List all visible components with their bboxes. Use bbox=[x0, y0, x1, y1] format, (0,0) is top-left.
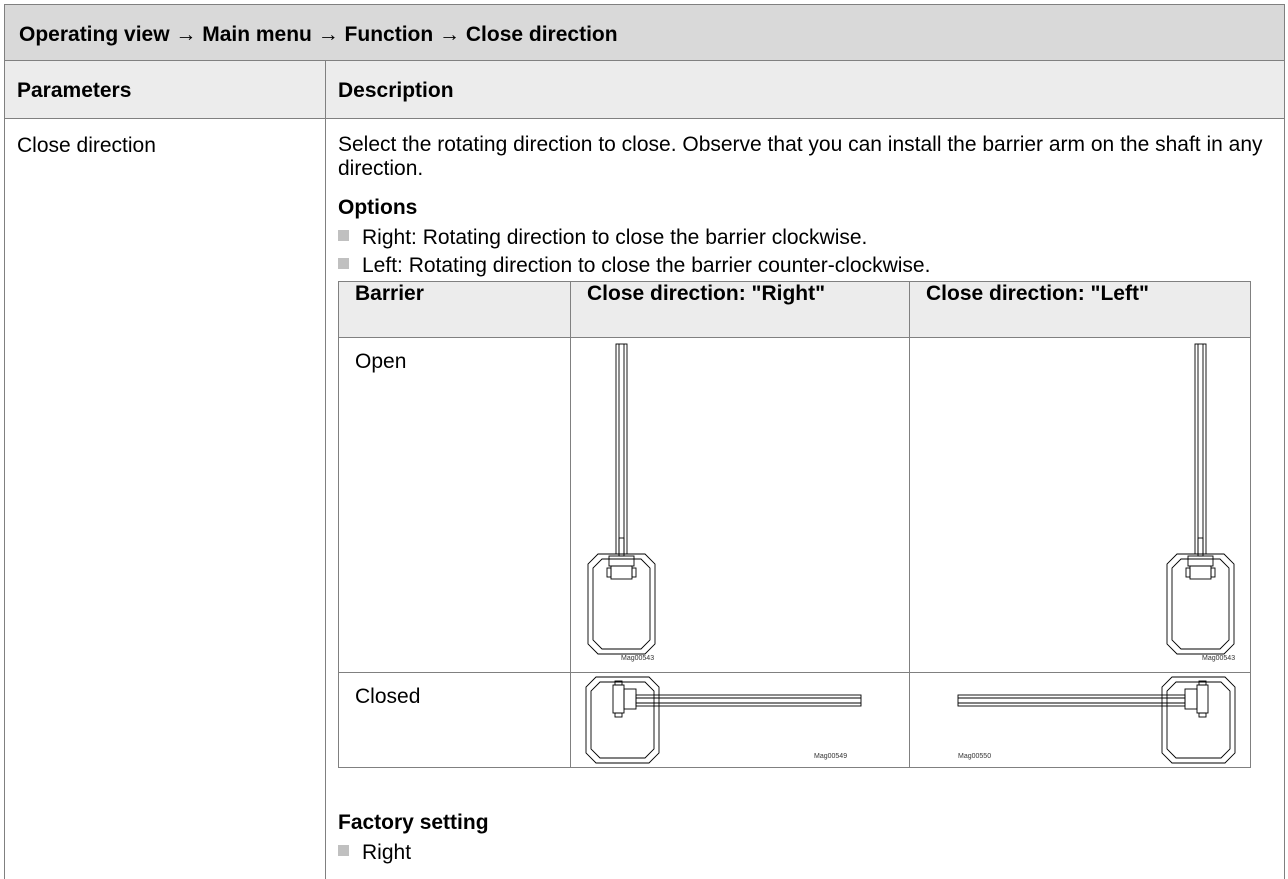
option-text: Right: Rotating direction to close the b… bbox=[362, 226, 868, 249]
description-cell: Select the rotating direction to close. … bbox=[326, 119, 1285, 879]
figure-open-right: Mag00543 bbox=[570, 337, 910, 673]
figure-closed-right: Mag00549 bbox=[570, 672, 910, 768]
column-title-parameters: Parameters bbox=[17, 79, 132, 102]
column-title-description: Description bbox=[338, 79, 454, 102]
row-label-open: Open bbox=[338, 337, 571, 673]
row-label-closed: Closed bbox=[338, 672, 571, 768]
table-header-right: Close direction: "Right" bbox=[570, 281, 910, 338]
option-item: Left: Rotating direction to close the ba… bbox=[338, 254, 930, 278]
parameter-name: Close direction bbox=[17, 134, 156, 157]
option-text: Left: Rotating direction to close the ba… bbox=[362, 254, 931, 277]
column-header-description: Description bbox=[326, 61, 1285, 119]
factory-setting-item: Right bbox=[338, 841, 411, 865]
barrier-direction-table: Barrier Close direction: "Right" Close d… bbox=[338, 281, 1251, 768]
figure-id: Mag00549 bbox=[814, 753, 848, 760]
option-item: Right: Rotating direction to close the b… bbox=[338, 226, 867, 250]
figure-open-left: Mag00543 bbox=[909, 337, 1251, 673]
table-header-barrier: Barrier bbox=[338, 281, 571, 338]
parameter-description: Select the rotating direction to close. … bbox=[338, 133, 1263, 180]
parameter-cell: Close direction bbox=[4, 119, 326, 879]
factory-setting-value: Right bbox=[362, 841, 412, 864]
breadcrumb-header: Operating view → Main menu → Function → … bbox=[4, 4, 1285, 61]
figure-closed-left: Mag00550 bbox=[909, 672, 1251, 768]
figure-id: Mag00543 bbox=[621, 655, 655, 662]
barrier-open-left-drawing bbox=[1166, 343, 1235, 655]
bullet-square-icon bbox=[338, 258, 349, 269]
barrier-open-right-drawing bbox=[587, 343, 656, 655]
table-header-left: Close direction: "Left" bbox=[909, 281, 1251, 338]
bullet-square-icon bbox=[338, 845, 349, 856]
column-header-parameters: Parameters bbox=[4, 61, 326, 119]
parameter-table: Operating view → Main menu → Function → … bbox=[4, 4, 1285, 879]
options-heading: Options bbox=[338, 196, 418, 219]
barrier-closed-right-drawing bbox=[585, 676, 862, 764]
figure-id: Mag00550 bbox=[958, 753, 992, 760]
bullet-square-icon bbox=[338, 230, 349, 241]
figure-id: Mag00543 bbox=[1202, 655, 1236, 662]
breadcrumb: Operating view → Main menu → Function → … bbox=[19, 23, 618, 46]
factory-setting-heading: Factory setting bbox=[338, 811, 489, 834]
